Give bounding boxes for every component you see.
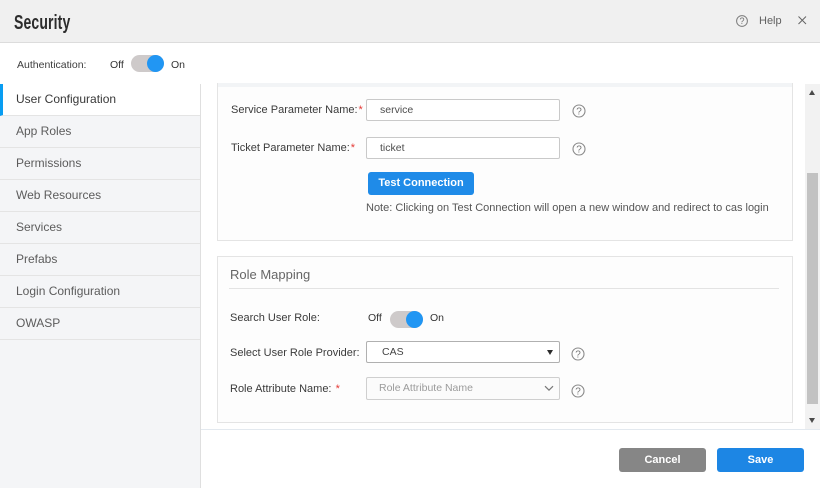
svg-text:?: ? xyxy=(575,350,581,361)
svg-text:?: ? xyxy=(739,16,744,26)
svg-text:?: ? xyxy=(575,387,581,398)
svg-text:?: ? xyxy=(576,107,582,118)
svg-text:?: ? xyxy=(576,145,582,156)
